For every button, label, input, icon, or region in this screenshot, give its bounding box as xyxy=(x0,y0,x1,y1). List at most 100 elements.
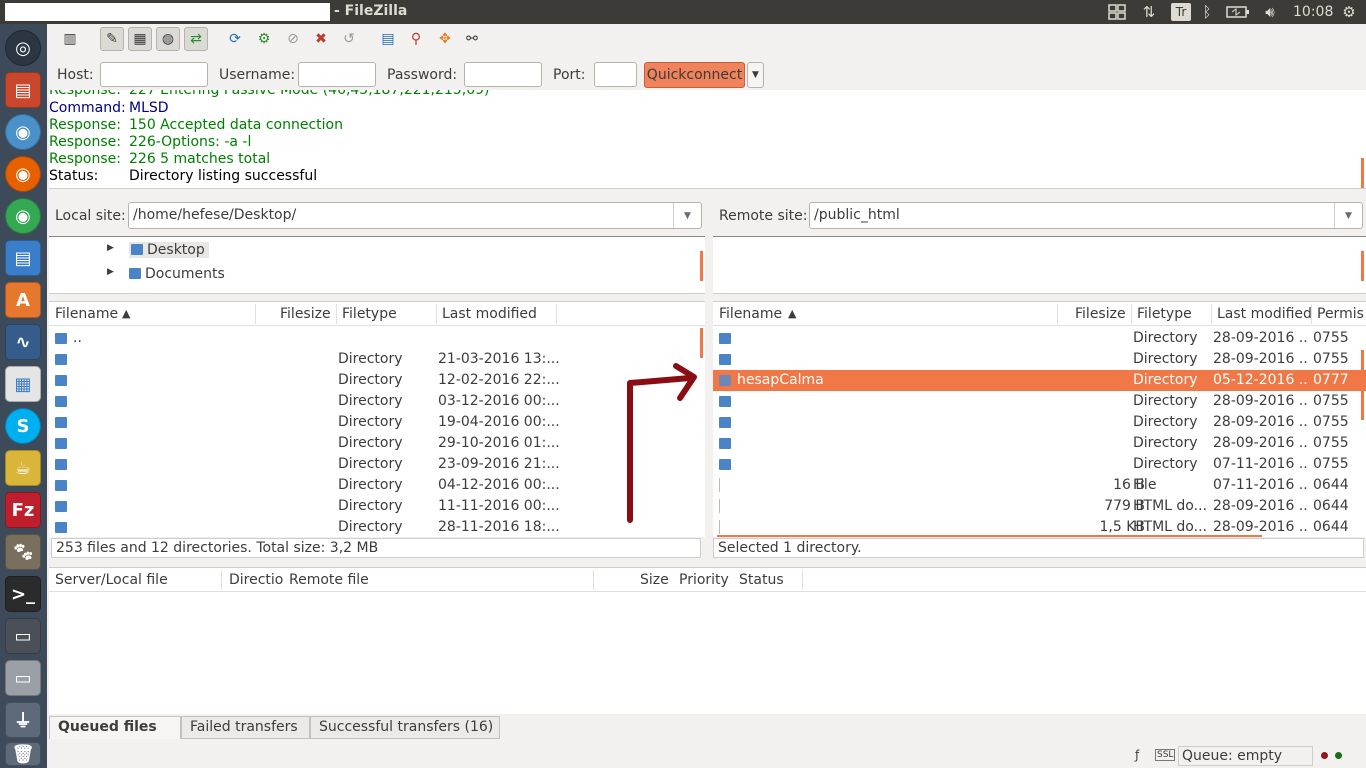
reconnect-icon[interactable]: ↺ xyxy=(337,27,361,51)
column-remote-file[interactable]: Remote file xyxy=(289,572,369,588)
table-row[interactable]: Directory 28-09-2016 ... 0755 xyxy=(713,391,1366,412)
keyboard-icon[interactable]: Tr xyxy=(1171,3,1191,21)
quickconnect-dropdown-icon[interactable]: ▼ xyxy=(747,62,764,88)
toggle-local-tree-icon[interactable]: ▦ xyxy=(128,27,152,51)
libreoffice-impress-icon[interactable]: ▦ xyxy=(5,366,41,402)
column-permissions[interactable]: Permis xyxy=(1317,306,1364,322)
clock[interactable]: 10:08 xyxy=(1293,4,1333,20)
drive-icon[interactable]: ▭ xyxy=(5,660,41,696)
column-server-local-file[interactable]: Server/Local file xyxy=(55,572,168,588)
quickconnect-button[interactable]: Quickconnect xyxy=(644,62,745,88)
table-row[interactable]: Directory 23-09-2016 21:... xyxy=(49,454,705,475)
port-input[interactable] xyxy=(594,62,637,87)
directory-listing-filters-icon[interactable]: ▤ xyxy=(376,27,400,51)
log-scrollbar[interactable] xyxy=(1361,158,1364,188)
tree-item-documents[interactable]: Documents xyxy=(129,266,225,282)
table-row[interactable]: Directory 28-09-2016 ... 0755 xyxy=(713,328,1366,349)
workspace-switcher-icon[interactable] xyxy=(1107,2,1127,22)
username-input[interactable] xyxy=(298,62,376,87)
teapot-icon[interactable]: ☕︎ xyxy=(5,450,41,486)
table-row[interactable]: Directory 11-11-2016 00:... xyxy=(49,496,705,517)
column-filesize[interactable]: Filesize xyxy=(1075,306,1126,322)
toggle-queue-icon[interactable]: ⇄ xyxy=(184,27,208,51)
settings-icon[interactable]: ⚙ xyxy=(1339,2,1359,22)
table-row[interactable]: Directory 28-11-2016 18:... xyxy=(49,517,705,537)
libreoffice-writer-icon[interactable]: ▤ xyxy=(5,240,41,276)
table-row[interactable]: Directory 07-11-2016 ... 0755 xyxy=(713,454,1366,475)
column-divider[interactable] xyxy=(556,304,557,324)
terminal-icon[interactable]: >_ xyxy=(5,576,41,612)
toggle-message-log-icon[interactable]: ✎ xyxy=(100,27,124,51)
column-last-modified[interactable]: Last modified xyxy=(1217,306,1312,322)
chevron-down-icon[interactable]: ▼ xyxy=(1334,203,1362,228)
table-row[interactable]: Directory 19-04-2016 00:... xyxy=(49,412,705,433)
table-row[interactable]: Directory 04-12-2016 00:... xyxy=(49,475,705,496)
expand-arrow-icon[interactable]: ▶ xyxy=(107,243,114,253)
chromium-icon[interactable]: ◉ xyxy=(5,114,41,150)
password-input[interactable] xyxy=(464,62,542,87)
firefox-icon[interactable]: ◉ xyxy=(5,156,41,192)
local-tree-scrollbar[interactable] xyxy=(700,251,703,281)
table-row[interactable]: 16 B File 07-11-2016 ... 0644 xyxy=(713,475,1366,496)
column-divider[interactable] xyxy=(1211,304,1212,324)
disk-icon[interactable]: ▭ xyxy=(5,618,41,654)
software-center-icon[interactable]: A xyxy=(5,282,41,318)
column-status[interactable]: Status xyxy=(739,572,784,588)
gimp-icon[interactable]: 🐾︎ xyxy=(5,534,41,570)
expand-arrow-icon[interactable]: ▶ xyxy=(107,267,114,277)
remote-tree-scrollbar[interactable] xyxy=(1361,251,1364,281)
column-priority[interactable]: Priority xyxy=(679,572,729,588)
chevron-down-icon[interactable]: ▼ xyxy=(673,203,701,228)
ubuntu-dash-icon[interactable]: ◎ xyxy=(5,30,41,66)
remote-site-path[interactable]: /public_html ▼ xyxy=(809,202,1363,229)
table-row[interactable]: Directory 12-02-2016 22:... xyxy=(49,370,705,391)
volume-icon[interactable]: 🔊︎ xyxy=(1259,2,1281,22)
table-row[interactable]: Directory 03-12-2016 00:... xyxy=(49,391,705,412)
column-filesize[interactable]: Filesize xyxy=(280,306,331,322)
refresh-icon[interactable]: ⟳ xyxy=(223,27,247,51)
column-last-modified[interactable]: Last modified xyxy=(442,306,537,322)
tab-failed-transfers[interactable]: Failed transfers xyxy=(181,716,310,739)
column-filename[interactable]: Filename xyxy=(719,306,782,322)
toggle-remote-tree-icon[interactable]: ◍ xyxy=(156,27,180,51)
column-divider[interactable] xyxy=(255,304,256,324)
bluetooth-icon[interactable]: ᛒ xyxy=(1199,2,1215,22)
column-divider[interactable] xyxy=(221,570,222,590)
disconnect-icon[interactable]: ✖ xyxy=(309,27,333,51)
cancel-operation-icon[interactable]: ⊘ xyxy=(281,27,305,51)
remote-horizontal-scrollbar[interactable] xyxy=(717,535,1262,537)
local-site-path[interactable]: /home/hefese/Desktop/ ▼ xyxy=(128,202,702,229)
column-filetype[interactable]: Filetype xyxy=(1137,306,1192,322)
skype-icon[interactable]: S xyxy=(5,408,41,444)
table-row[interactable]: Directory 21-03-2016 13:... xyxy=(49,349,705,370)
table-row[interactable]: Directory 28-09-2016 ... 0755 xyxy=(713,433,1366,454)
search-remote-files-icon[interactable]: ⚯ xyxy=(460,27,484,51)
process-queue-icon[interactable]: ⚙ xyxy=(252,27,276,51)
site-manager-icon[interactable]: ▥ xyxy=(58,27,82,51)
column-divider[interactable] xyxy=(1131,304,1132,324)
table-row[interactable]: 1,5 KB HTML do... 28-09-2016 ... 0644 xyxy=(713,517,1366,537)
table-row[interactable]: hesapCalma Directory 05-12-2016 ... 0777 xyxy=(713,370,1366,391)
local-list-scrollbar[interactable] xyxy=(700,328,703,358)
column-filename[interactable]: Filename xyxy=(55,306,118,322)
column-filetype[interactable]: Filetype xyxy=(342,306,397,322)
table-row[interactable]: Directory 28-09-2016 ... 0755 xyxy=(713,412,1366,433)
usb-icon[interactable]: ⏚ xyxy=(5,702,41,738)
column-direction[interactable]: Directio xyxy=(229,572,283,588)
remote-list-scrollbar[interactable] xyxy=(1361,350,1364,420)
system-monitor-icon[interactable]: ∿ xyxy=(5,324,41,360)
files-icon[interactable]: ▤ xyxy=(5,72,41,108)
compare-directories-icon[interactable]: ⚲ xyxy=(404,27,428,51)
column-divider[interactable] xyxy=(436,304,437,324)
trash-icon[interactable]: 🗑︎ xyxy=(5,742,41,766)
column-divider[interactable] xyxy=(1311,304,1312,324)
tab-successful-transfers[interactable]: Successful transfers (16) xyxy=(310,716,500,739)
table-row[interactable]: 779 B HTML do... 28-09-2016 ... 0644 xyxy=(713,496,1366,517)
column-divider[interactable] xyxy=(593,570,594,590)
host-input[interactable] xyxy=(100,62,208,87)
column-divider[interactable] xyxy=(336,304,337,324)
chrome-icon[interactable]: ◉ xyxy=(5,198,41,234)
table-row[interactable]: Directory 29-10-2016 01:... xyxy=(49,433,705,454)
table-row[interactable]: .. xyxy=(49,328,705,349)
battery-icon[interactable] xyxy=(1225,2,1251,22)
